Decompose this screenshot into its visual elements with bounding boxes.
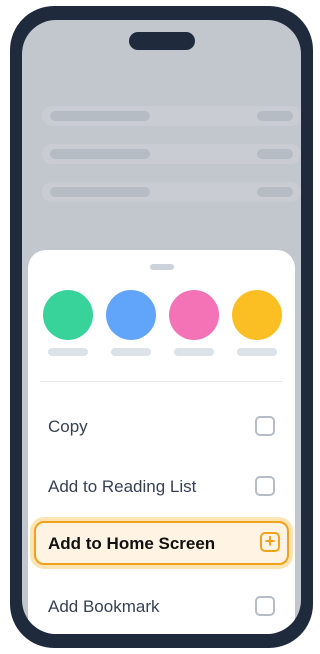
- yellow-circle-icon[interactable]: [232, 290, 282, 340]
- background-list-row: [42, 144, 301, 164]
- sheet-divider: [40, 381, 283, 382]
- action-label: Copy: [48, 417, 88, 436]
- background-row-placeholder: [50, 111, 150, 121]
- checkbox-icon[interactable]: [255, 596, 275, 616]
- background-row-placeholder: [50, 149, 150, 159]
- dynamic-island: [128, 32, 195, 50]
- app-label-placeholder: [48, 348, 88, 356]
- checkbox-icon[interactable]: [255, 476, 275, 496]
- share-app-4[interactable]: [232, 290, 282, 370]
- background-row-placeholder: [257, 111, 293, 121]
- background-list-row: [42, 182, 301, 202]
- sheet-grabber[interactable]: [149, 264, 174, 270]
- phone-screen: Copy Add to Reading List Add to Home Scr…: [22, 20, 301, 634]
- share-app-2[interactable]: [106, 290, 156, 370]
- green-circle-icon[interactable]: [43, 290, 93, 340]
- app-label-placeholder: [174, 348, 214, 356]
- action-add-to-home-screen[interactable]: Add to Home Screen +: [34, 521, 289, 565]
- checkbox-icon[interactable]: [255, 416, 275, 436]
- background-row-placeholder: [50, 187, 150, 197]
- share-app-1[interactable]: [43, 290, 93, 370]
- blue-circle-icon[interactable]: [106, 290, 156, 340]
- action-copy[interactable]: Copy: [34, 404, 289, 448]
- action-label: Add to Reading List: [48, 477, 197, 496]
- plus-square-icon[interactable]: +: [260, 532, 280, 552]
- phone-frame: Copy Add to Reading List Add to Home Scr…: [10, 6, 313, 648]
- action-label: Add to Home Screen: [48, 534, 216, 553]
- app-label-placeholder: [111, 348, 151, 356]
- action-add-to-reading-list[interactable]: Add to Reading List: [34, 464, 289, 508]
- app-label-placeholder: [237, 348, 277, 356]
- background-row-placeholder: [257, 187, 293, 197]
- action-label: Add Bookmark: [48, 597, 160, 616]
- background-list-row: [42, 106, 301, 126]
- pink-circle-icon[interactable]: [169, 290, 219, 340]
- share-app-3[interactable]: [169, 290, 219, 370]
- action-add-bookmark[interactable]: Add Bookmark: [34, 584, 289, 628]
- background-row-placeholder: [257, 149, 293, 159]
- share-sheet: Copy Add to Reading List Add to Home Scr…: [28, 250, 295, 634]
